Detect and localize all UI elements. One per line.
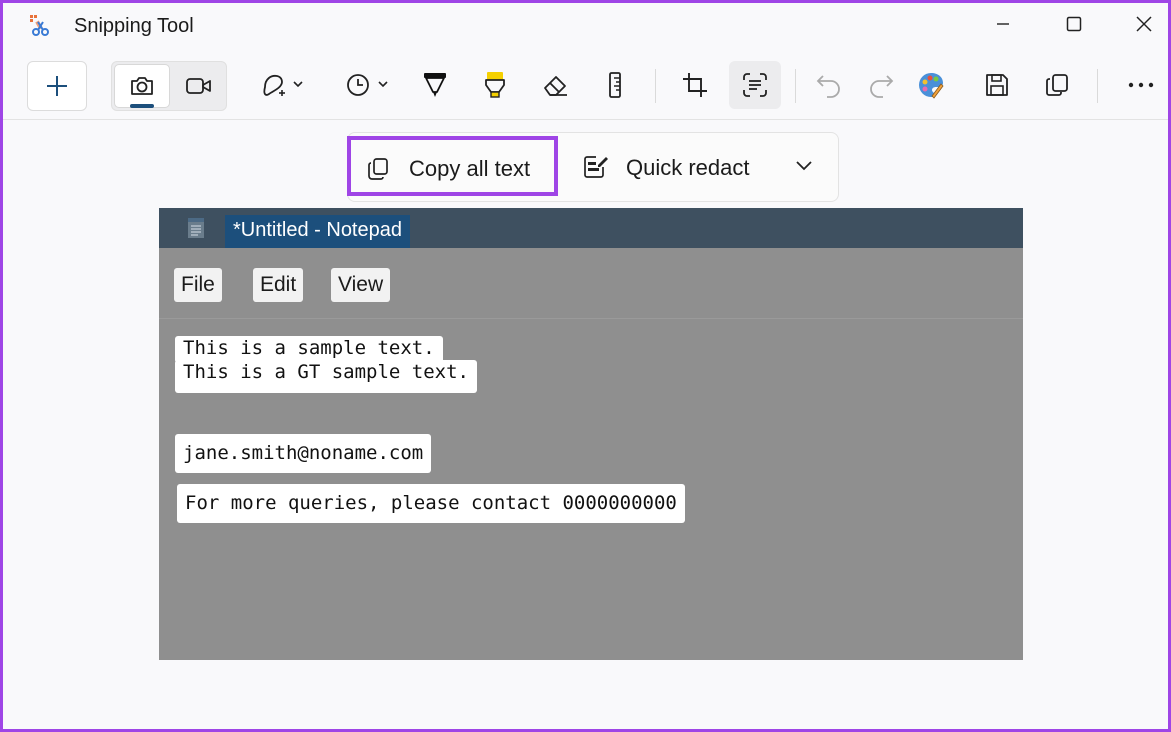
text-actions-bar: Copy all text Quick redact (347, 132, 839, 202)
canvas-area: Copy all text Quick redact *Untitled - N… (3, 120, 1168, 729)
save-button[interactable] (971, 61, 1023, 109)
plus-icon (47, 76, 67, 96)
minimize-icon (997, 23, 1009, 25)
pen-icon (424, 73, 446, 97)
maximize-icon (1066, 16, 1082, 32)
toolbar-divider (655, 69, 656, 103)
clock-icon (347, 74, 388, 96)
snip-shape-button[interactable] (253, 61, 315, 109)
notepad-title-bar: *Untitled - Notepad (159, 208, 1023, 248)
redo-button[interactable] (855, 61, 907, 109)
text-line[interactable]: This is a GT sample text. (175, 360, 477, 393)
minimize-button[interactable] (968, 3, 1038, 45)
snip-mode-toggle (111, 61, 227, 111)
window-title: Snipping Tool (74, 15, 194, 37)
ballpoint-pen-button[interactable] (409, 61, 461, 109)
toolbar-divider (795, 69, 796, 103)
close-button[interactable] (1109, 3, 1168, 45)
copy-button[interactable] (1031, 61, 1083, 109)
title-bar: Snipping Tool (3, 3, 1168, 49)
maximize-button[interactable] (1039, 3, 1109, 45)
crop-icon (683, 73, 707, 97)
copy-all-text-button[interactable]: Copy all text (347, 136, 558, 196)
toolbar (3, 55, 1168, 120)
notepad-window-title[interactable]: *Untitled - Notepad (225, 215, 410, 248)
text-line-email[interactable]: jane.smith@noname.com (175, 434, 432, 473)
paint-palette-icon (919, 73, 944, 99)
highlighter-button[interactable] (469, 61, 521, 109)
edit-in-paint-button[interactable] (905, 61, 957, 109)
camera-icon (131, 77, 153, 95)
eraser-icon (544, 76, 567, 96)
save-icon (986, 74, 1008, 96)
snipping-tool-window: Snipping Tool Copy all text Quick redact… (3, 3, 1168, 729)
copy-icon (368, 158, 388, 180)
undo-icon (816, 75, 840, 98)
notepad-menu-view[interactable]: View (331, 268, 391, 302)
redo-icon (870, 75, 894, 98)
quick-redact-label: Quick redact (626, 155, 750, 180)
active-mode-indicator (130, 104, 154, 108)
new-snip-button[interactable] (27, 61, 87, 111)
ruler-button[interactable] (589, 61, 641, 109)
copy-icon (1046, 74, 1068, 96)
screenshot-mode-button[interactable] (114, 64, 170, 108)
chevron-down-icon[interactable] (794, 159, 814, 173)
notepad-menu-edit[interactable]: Edit (253, 268, 304, 302)
redact-icon (584, 156, 608, 178)
highlighter-icon (485, 72, 505, 98)
toolbar-divider (1097, 69, 1098, 103)
delay-button[interactable] (338, 61, 400, 109)
freeform-shape-icon (263, 74, 303, 96)
copy-all-text-label: Copy all text (409, 156, 531, 181)
text-actions-button[interactable] (729, 61, 781, 109)
text-actions-icon (743, 73, 767, 97)
record-mode-button[interactable] (172, 64, 226, 108)
video-camera-icon (186, 78, 211, 94)
ruler-icon (609, 72, 621, 98)
eraser-button[interactable] (530, 61, 582, 109)
close-icon (1136, 16, 1152, 32)
more-icon (1128, 82, 1154, 88)
quick-redact-button[interactable]: Quick redact (564, 139, 834, 195)
more-options-button[interactable] (1115, 61, 1167, 109)
notepad-icon (188, 218, 204, 238)
text-line-contact[interactable]: For more queries, please contact 0000000… (177, 484, 685, 523)
crop-button[interactable] (669, 61, 721, 109)
snipping-tool-logo-icon (27, 13, 51, 37)
captured-snip-image: *Untitled - Notepad File Edit View This … (159, 208, 1023, 660)
undo-button[interactable] (803, 61, 855, 109)
notepad-menu-divider (159, 318, 1023, 319)
text-line[interactable]: This is a sample text. (175, 336, 443, 363)
notepad-menu-file[interactable]: File (174, 268, 222, 302)
